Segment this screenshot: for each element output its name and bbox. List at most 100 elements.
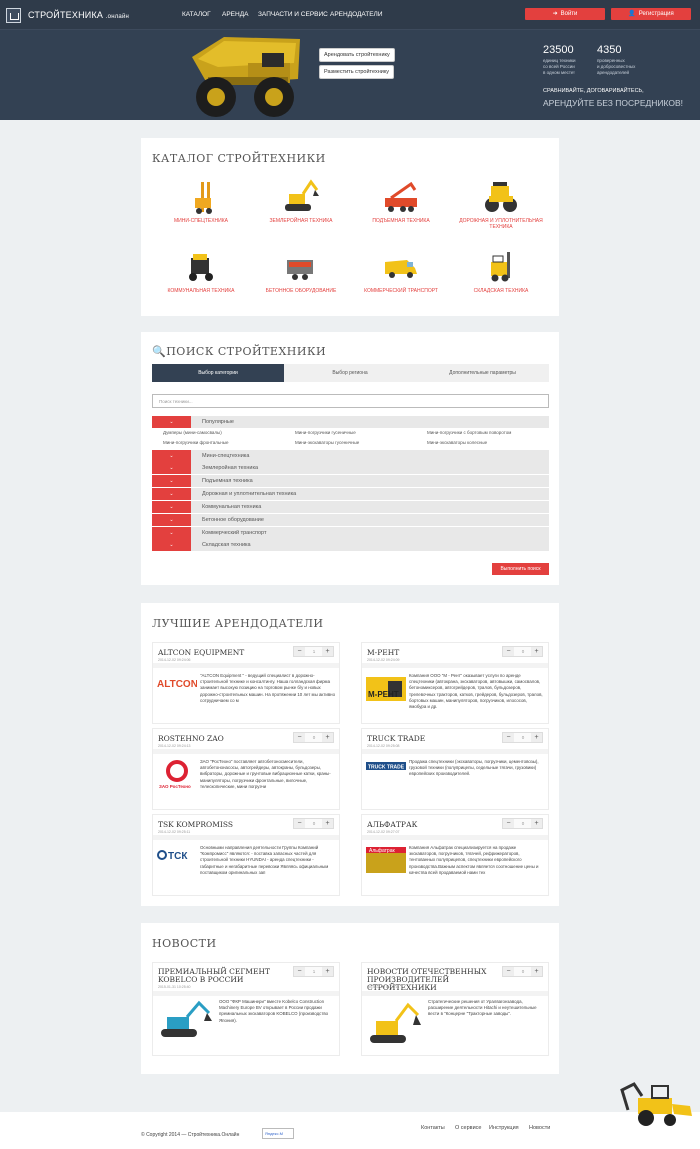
accordion-label: Коммерческий транспорт — [202, 530, 267, 536]
login-button[interactable]: ➜ Войти — [525, 8, 605, 20]
nav-parts[interactable]: ЗАПЧАСТИ И СЕРВИС — [258, 11, 328, 18]
rent-equipment-button[interactable]: Арендовать стройтехнику — [319, 48, 395, 62]
minus-button[interactable]: − — [503, 647, 514, 656]
nav-catalog[interactable]: КАТАЛОГ — [182, 11, 211, 18]
lessor-name[interactable]: TRUCK TRADE — [367, 734, 425, 743]
popular-item[interactable]: Мини-погрузчики фронтальные — [163, 440, 228, 445]
card-divider — [153, 835, 339, 840]
search-submit-button[interactable]: Выполнить поиск — [492, 563, 549, 575]
catalog-item-communal[interactable]: КОММУНАЛЬНАЯ ТЕХНИКА — [151, 248, 251, 294]
accordion-popular[interactable]: ⌄ Популярные — [152, 416, 549, 428]
news-card[interactable]: НОВОСТИ ОТЕЧЕСТВЕННЫХ ПРОИЗВОДИТЕЛЕЙ СТР… — [361, 962, 549, 1056]
minus-button[interactable]: − — [294, 819, 305, 828]
logo-main: СТРОЙТЕХНИКА — [28, 10, 104, 20]
nav-lessors[interactable]: АРЕНДОДАТЕЛИ — [330, 11, 383, 18]
register-button[interactable]: 👤 Регистрация — [611, 8, 691, 20]
home-icon[interactable] — [6, 8, 21, 23]
footer-link-news[interactable]: Новости — [529, 1125, 550, 1131]
lessor-name[interactable]: TSK KOMPROMISS — [158, 820, 233, 829]
place-equipment-button[interactable]: Разместить стройтехнику — [319, 65, 395, 79]
catalog-item-earthmoving[interactable]: ЗЕМЛЕРОЙНАЯ ТЕХНИКА — [251, 178, 351, 224]
vote-control: − 1 + — [293, 646, 334, 657]
lessor-name[interactable]: АЛЬФАТРАК — [367, 820, 417, 829]
accordion-lifting[interactable]: ⌄ Подъемная техника — [152, 475, 549, 487]
vote-count: 0 — [521, 649, 525, 654]
popular-item[interactable]: Думперы (мини-самосвалы) — [163, 430, 222, 435]
plus-button[interactable]: + — [322, 733, 333, 742]
chevron-down-icon[interactable]: ⌄ — [152, 527, 191, 539]
yandex-counter[interactable]: Яндекс.М — [262, 1128, 294, 1139]
minus-button[interactable]: − — [503, 819, 514, 828]
card-divider — [362, 749, 548, 754]
chevron-down-icon[interactable]: ⌄ — [152, 475, 191, 487]
accordion-warehouse[interactable]: ⌄ Складская техника — [152, 539, 549, 551]
lessor-name[interactable]: ROSTEHNO ZAO — [158, 734, 224, 743]
tab-category[interactable]: Выбор категории — [152, 364, 284, 382]
catalog-item-concrete[interactable]: БЕТОННОЕ ОБОРУДОВАНИЕ — [251, 248, 351, 294]
catalog-label: КОММУНАЛЬНАЯ ТЕХНИКА — [167, 288, 235, 294]
minus-button[interactable]: − — [503, 967, 514, 976]
footer: © Copyright 2014 — Стройтехника.Онлайн Я… — [0, 1112, 700, 1149]
plus-button[interactable]: + — [531, 733, 542, 742]
popular-item[interactable]: Мини-экскаваторы колесные — [427, 440, 487, 445]
lessor-card[interactable]: ALTCON EQUIPMENT 2014-12-02 09:24:06 − 1 +… — [152, 642, 340, 724]
lessor-date: 2014-12-02 09:24:06 — [158, 658, 191, 662]
popular-item[interactable]: Мини-погрузчики с бортовым поворотом — [427, 430, 511, 435]
catalog-item-warehouse[interactable]: СКЛАДСКАЯ ТЕХНИКА — [451, 248, 551, 294]
lessor-card[interactable]: TRUCK TRADE 2014-12-02 09:25:08 − 0 + TRUC… — [361, 728, 549, 810]
footer-link-about[interactable]: О сервисе — [455, 1125, 481, 1131]
minus-button[interactable]: − — [294, 647, 305, 656]
stat-units-value: 23500 — [543, 44, 574, 56]
lessor-card[interactable]: TSK KOMPROMISS 2014-12-02 09:25:11 − 0 + Т… — [152, 814, 340, 896]
plus-button[interactable]: + — [531, 819, 542, 828]
chevron-down-icon[interactable]: ⌄ — [152, 488, 191, 500]
lessor-card[interactable]: М-РЕНТ 2014-12-02 09:24:09 − 0 + М-РЕНТ Ко… — [361, 642, 549, 724]
minus-button[interactable]: − — [294, 733, 305, 742]
lessor-name[interactable]: ALTCON EQUIPMENT — [158, 648, 244, 657]
road-roller-icon — [485, 182, 517, 212]
news-description: ООО "ФКР Машинери" вместе Kobelco Constr… — [219, 999, 329, 1023]
catalog-item-lifting[interactable]: ПОДЪЕМНАЯ ТЕХНИКА — [351, 178, 451, 224]
svg-text:Альфатрак: Альфатрак — [369, 848, 395, 854]
minus-button[interactable]: − — [294, 967, 305, 976]
plus-button[interactable]: + — [531, 967, 542, 976]
accordion-concrete[interactable]: ⌄ Бетонное оборудование — [152, 514, 549, 526]
accordion-road[interactable]: ⌄ Дорожная и уплотнительная техника — [152, 488, 549, 500]
popular-item[interactable]: Мини-погрузчики гусеничные — [295, 430, 356, 435]
lessor-card[interactable]: АЛЬФАТРАК 2014-12-02 09:27:07 − 0 + Альфат… — [361, 814, 549, 896]
news-title-link[interactable]: ПРЕМИАЛЬНЫЙ СЕГМЕНТ KOBELCO В РОССИИ — [158, 968, 298, 984]
tab-region[interactable]: Выбор региона — [284, 364, 416, 382]
plus-button[interactable]: + — [322, 819, 333, 828]
plus-button[interactable]: + — [322, 967, 333, 976]
chevron-down-icon[interactable]: ⌄ — [152, 501, 191, 513]
minus-button[interactable]: − — [503, 733, 514, 742]
logo[interactable]: СТРОЙТЕХНИКА .онлайн — [28, 10, 129, 20]
catalog-label: СКЛАДСКАЯ ТЕХНИКА — [473, 288, 529, 294]
nav-rent[interactable]: АРЕНДА — [222, 11, 248, 18]
footer-link-guide[interactable]: Инструкция — [489, 1125, 519, 1131]
chevron-down-icon[interactable]: ⌄ — [152, 539, 191, 551]
chevron-down-icon[interactable]: ⌄ — [152, 462, 191, 474]
popular-item[interactable]: Мини-экскаваторы гусеничные — [295, 440, 359, 445]
search-input[interactable]: Поиск техники... — [152, 394, 549, 408]
accordion-mini[interactable]: ⌄ Мини-спецтехника — [152, 450, 549, 462]
catalog-item-mini[interactable]: МИНИ-СПЕЦТЕХНИКА — [151, 178, 251, 224]
lessor-date: 2014-12-02 09:27:07 — [367, 830, 400, 834]
news-card[interactable]: ПРЕМИАЛЬНЫЙ СЕГМЕНТ KOBELCO В РОССИИ 201… — [152, 962, 340, 1056]
lessor-name[interactable]: М-РЕНТ — [367, 648, 399, 657]
chevron-down-icon[interactable]: ⌄ — [152, 514, 191, 526]
accordion-commercial[interactable]: ⌄ Коммерческий транспорт — [152, 527, 549, 539]
tab-params[interactable]: Дополнительные параметры — [416, 364, 549, 382]
chevron-down-icon[interactable]: ⌄ — [152, 450, 191, 462]
lessor-description: ЗАО "РосТехно" поставляет автобетоносмес… — [200, 759, 331, 789]
accordion-communal[interactable]: ⌄ Коммунальная техника — [152, 501, 549, 513]
accordion-earthmoving[interactable]: ⌄ Землеройная техника — [152, 462, 549, 474]
catalog-item-road[interactable]: ДОРОЖНАЯ И УПЛОТНИТЕЛЬНАЯ ТЕХНИКА — [451, 178, 551, 230]
plus-button[interactable]: + — [531, 647, 542, 656]
catalog-item-commercial[interactable]: КОММЕРЧЕСКИЙ ТРАНСПОРТ — [351, 248, 451, 294]
rostehno-logo: ЗАО РосТехно — [159, 760, 191, 789]
plus-button[interactable]: + — [322, 647, 333, 656]
footer-link-contacts[interactable]: Контакты — [421, 1125, 445, 1131]
lessor-card[interactable]: ROSTEHNO ZAO 2014-12-02 09:24:13 − 0 + ЗАО… — [152, 728, 340, 810]
chevron-down-icon[interactable]: ⌄ — [152, 416, 191, 428]
